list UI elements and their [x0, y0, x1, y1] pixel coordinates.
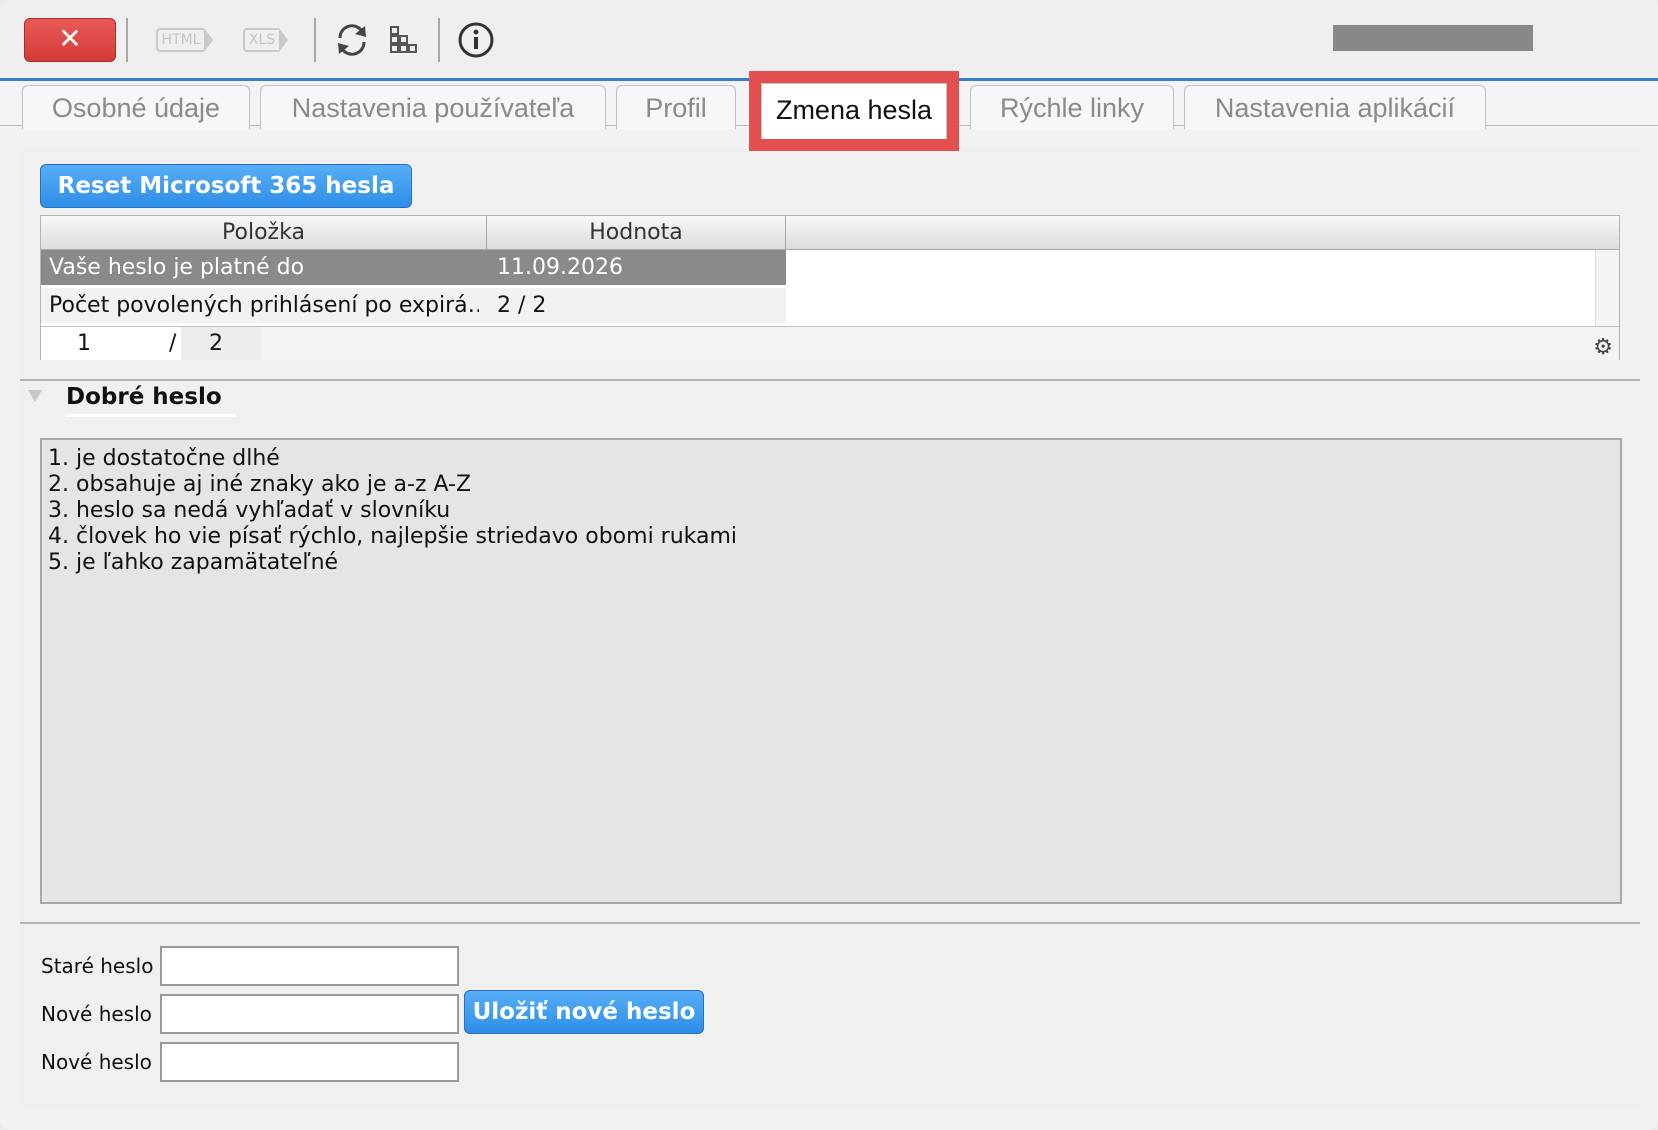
- tab-zmena-hesla[interactable]: Zmena hesla: [749, 71, 959, 151]
- info-button[interactable]: [454, 20, 498, 60]
- toolbar-separator: [126, 18, 128, 62]
- tip-line: 3. heslo sa nedá vyhľadať v slovníku: [48, 498, 451, 523]
- tab-strip: Osobné údaje Nastavenia používateľa Prof…: [0, 71, 1658, 151]
- grid-header: Položka Hodnota: [41, 216, 1619, 250]
- column-header-item[interactable]: Položka: [41, 216, 487, 250]
- tab-nastavenia-pouzivatela[interactable]: Nastavenia používateľa: [260, 85, 606, 129]
- reset-microsoft-365-password-button[interactable]: Reset Microsoft 365 hesla: [40, 164, 412, 208]
- pager-current: 1: [77, 331, 91, 356]
- table-row[interactable]: Vaše heslo je platné do 11.09.2026: [41, 250, 786, 285]
- cell-item: Počet povolených prihlásení po expirá…: [49, 293, 479, 318]
- grid-scrollbar[interactable]: [1595, 250, 1619, 326]
- table-row[interactable]: Počet povolených prihlásení po expirá… 2…: [41, 288, 786, 323]
- column-header-value[interactable]: Hodnota: [487, 216, 786, 250]
- tip-line: 5. je ľahko zapamätateľné: [48, 550, 339, 575]
- toolbar-separator: [438, 18, 440, 62]
- new-password-input[interactable]: [160, 994, 459, 1034]
- toolbar-separator: [314, 18, 316, 62]
- xls-export-button[interactable]: XLS: [236, 20, 289, 60]
- cell-value: 11.09.2026: [497, 255, 623, 280]
- close-button[interactable]: ✕: [24, 18, 116, 62]
- new-password-label: Nové heslo: [41, 1002, 152, 1026]
- grid-pager: 1 / 2 ⚙: [41, 326, 1619, 360]
- cell-item: Vaše heslo je platné do: [49, 255, 305, 280]
- pager-separator: /: [169, 331, 177, 356]
- section-title-good-password[interactable]: Dobré heslo: [66, 384, 236, 417]
- xls-export-icon: XLS: [242, 28, 289, 52]
- close-icon: ✕: [58, 22, 82, 55]
- tip-line: 4. človek ho vie písať rýchlo, najlepšie…: [48, 524, 738, 549]
- tab-profil[interactable]: Profil: [616, 85, 736, 129]
- password-info-grid: Položka Hodnota Vaše heslo je platné do …: [40, 215, 1620, 360]
- app-window: ✕ HTML XLS Osobné údaje Nastavenia použí…: [0, 0, 1658, 1130]
- refresh-button[interactable]: [330, 20, 374, 60]
- tab-nastavenia-aplikacii[interactable]: Nastavenia aplikácií: [1184, 85, 1486, 129]
- collapse-triangle-icon[interactable]: [28, 390, 42, 402]
- org-chart-icon: [390, 26, 417, 53]
- user-name-redacted: [1333, 25, 1533, 51]
- tab-osobne-udaje[interactable]: Osobné údaje: [22, 85, 250, 129]
- save-new-password-button[interactable]: Uložiť nové heslo: [464, 990, 704, 1034]
- divider: [20, 379, 1640, 381]
- confirm-password-label: Nové heslo: [41, 1050, 152, 1074]
- html-export-icon: HTML: [155, 28, 214, 52]
- cell-value: 2 / 2: [497, 293, 547, 318]
- tab-rychle-linky[interactable]: Rýchle linky: [970, 85, 1174, 129]
- refresh-icon: [338, 24, 366, 56]
- org-chart-button[interactable]: [382, 20, 422, 60]
- old-password-input[interactable]: [160, 946, 459, 986]
- old-password-label: Staré heslo: [41, 954, 154, 978]
- divider: [20, 922, 1640, 924]
- gear-icon[interactable]: ⚙: [1593, 331, 1613, 365]
- confirm-password-input[interactable]: [160, 1042, 459, 1082]
- good-password-tips-textarea[interactable]: 1. je dostatočne dlhé 2. obsahuje aj iné…: [40, 438, 1622, 904]
- toolbar: ✕ HTML XLS: [0, 0, 1658, 80]
- tip-line: 1. je dostatočne dlhé: [48, 446, 280, 471]
- info-icon: [458, 22, 494, 58]
- pager-total: 2: [209, 331, 223, 356]
- html-export-button[interactable]: HTML: [150, 20, 214, 60]
- tip-line: 2. obsahuje aj iné znaky ako je a-z A-Z: [48, 472, 472, 497]
